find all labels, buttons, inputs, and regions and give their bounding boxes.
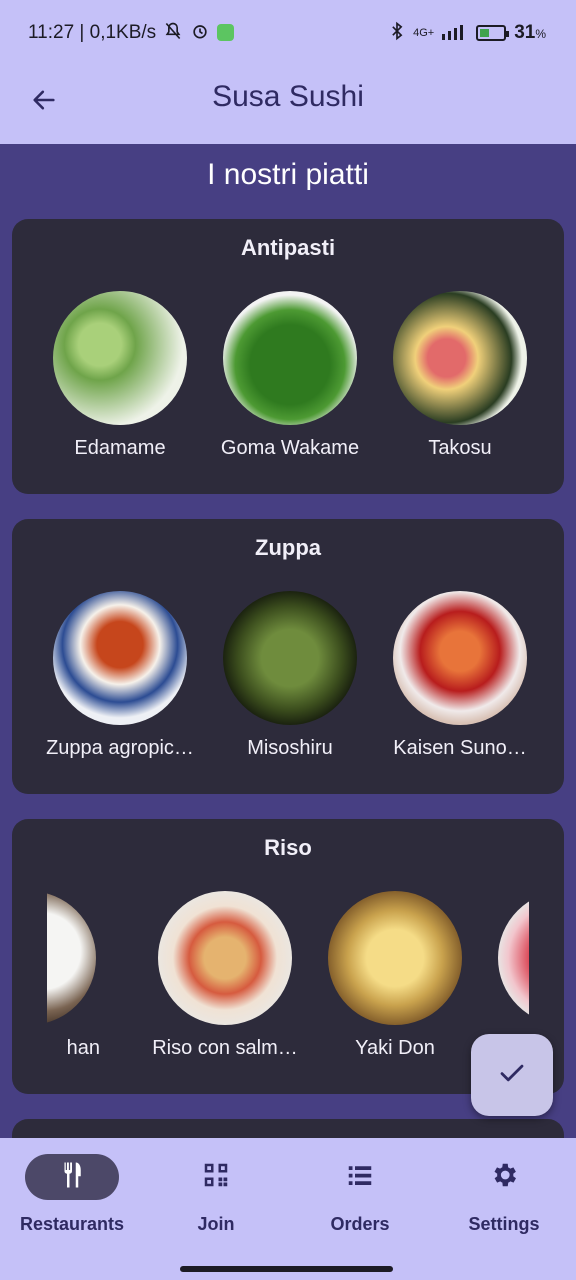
dish-item-goma-wakame[interactable]: Goma Wakame: [205, 291, 375, 460]
nav-label: Restaurants: [19, 1214, 125, 1234]
dish-image: [498, 891, 529, 1025]
bluetooth-icon: [389, 21, 405, 44]
dish-name: Edamame: [74, 437, 166, 459]
dish-item-misoshiru[interactable]: Misoshiru: [205, 591, 375, 760]
status-left: 11:27 | 0,1KB/s: [28, 21, 235, 44]
category-card-zuppa: Zuppa Zuppa agropic… Misoshiru Kaisen Su…: [12, 519, 564, 794]
status-right: 4G+ 31%: [389, 21, 546, 44]
list-icon: [345, 1160, 375, 1195]
app-icon: [217, 24, 235, 41]
battery-level: 31%: [514, 21, 546, 43]
status-bar: 11:27 | 0,1KB/s 4G+ 31%: [0, 0, 576, 64]
nav-item-settings[interactable]: Settings: [432, 1154, 576, 1235]
dish-name: Goma Wakame: [220, 437, 360, 459]
network-type: 4G+: [413, 26, 435, 39]
fork-knife-icon: [57, 1160, 87, 1195]
qr-code-icon: [201, 1160, 231, 1195]
nav-item-restaurants[interactable]: Restaurants: [0, 1154, 144, 1235]
category-card-antipasti: Antipasti Edamame Goma Wakame Takosu: [12, 219, 564, 494]
nav-indicator: [457, 1154, 551, 1200]
dish-image: [393, 591, 527, 725]
dish-image: [53, 291, 187, 425]
nav-item-join[interactable]: Join: [144, 1154, 288, 1235]
confirm-fab-button[interactable]: [471, 1034, 553, 1116]
battery-icon: [476, 24, 510, 41]
bottom-navigation: Restaurants Join Orders Settings: [0, 1138, 576, 1280]
section-title: I nostri piatti: [207, 158, 369, 191]
dish-item-partial[interactable]: [480, 891, 529, 1037]
check-icon: [497, 1058, 527, 1093]
dish-image: [47, 891, 96, 1025]
nav-label: Orders: [330, 1214, 390, 1234]
nav-indicator: [169, 1154, 263, 1200]
mute-bell-icon: [163, 21, 183, 44]
dish-image: [223, 591, 357, 725]
dish-name: Zuppa agropic…: [46, 737, 194, 759]
app-bar: Susa Sushi: [0, 64, 576, 144]
dish-image: [158, 891, 292, 1025]
dish-item-edamame[interactable]: Edamame: [35, 291, 205, 460]
dish-item-zuppa-agropiccante[interactable]: Zuppa agropic…: [35, 591, 205, 760]
dish-image: [53, 591, 187, 725]
alarm-icon: [190, 21, 210, 44]
nav-label: Join: [197, 1214, 235, 1234]
dish-carousel[interactable]: han Riso con salm… Yaki Don: [47, 819, 529, 1094]
gear-icon: [489, 1160, 519, 1195]
dish-item-yaki-don[interactable]: Yaki Don: [310, 891, 480, 1060]
dish-name: Misoshiru: [247, 737, 333, 759]
status-time: 11:27 | 0,1KB/s: [28, 21, 157, 43]
dish-image: [393, 291, 527, 425]
dish-name: han: [66, 1037, 100, 1059]
dish-name: Kaisen Suno…: [393, 737, 527, 759]
dish-item-riso-con-salmone[interactable]: Riso con salm…: [140, 891, 310, 1060]
dish-item-takosu[interactable]: Takosu: [375, 291, 545, 460]
dish-item-kaisen-sunomono[interactable]: Kaisen Suno…: [375, 591, 545, 760]
nav-indicator: [313, 1154, 407, 1200]
dish-name: Riso con salm…: [152, 1037, 298, 1059]
nav-item-orders[interactable]: Orders: [288, 1154, 432, 1235]
home-indicator[interactable]: [180, 1266, 393, 1272]
signal-icon: [442, 22, 468, 43]
category-title: Antipasti: [240, 235, 336, 260]
dish-item-gohan[interactable]: han: [47, 891, 114, 1060]
dish-image: [328, 891, 462, 1025]
page-title: Susa Sushi: [212, 80, 364, 113]
dish-image: [223, 291, 357, 425]
nav-label: Settings: [468, 1214, 540, 1234]
category-title: Zuppa: [255, 535, 321, 560]
nav-indicator: [25, 1154, 119, 1200]
dish-name: Yaki Don: [355, 1037, 435, 1059]
dish-name: Takosu: [428, 437, 492, 459]
